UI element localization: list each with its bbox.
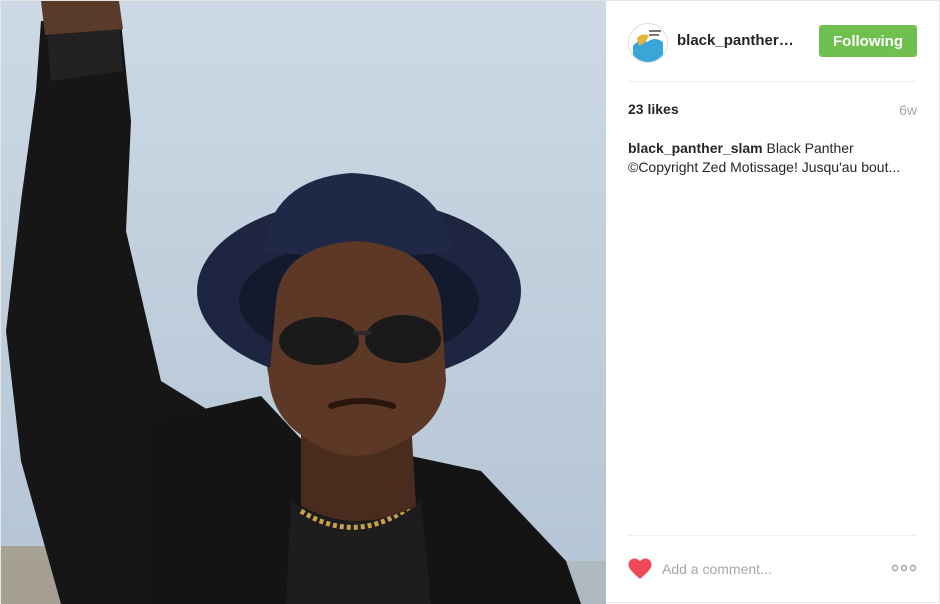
- comment-input[interactable]: [662, 558, 862, 580]
- post-info-panel: black_panther_... Following 23 likes 6w …: [606, 1, 940, 604]
- post-header: black_panther_... Following: [628, 21, 917, 82]
- avatar[interactable]: [628, 23, 668, 63]
- caption: black_panther_slam Black Panther ©Copyri…: [628, 139, 917, 177]
- username-link[interactable]: black_panther_...: [677, 32, 797, 49]
- post-photo[interactable]: [1, 1, 606, 604]
- caption-username[interactable]: black_panther_slam: [628, 140, 763, 156]
- likes-count[interactable]: 23 likes: [628, 101, 679, 117]
- heart-icon[interactable]: [628, 558, 652, 580]
- caption-text-continued: ©Copyright Zed Motissage! Jusqu'au bout.…: [628, 159, 901, 175]
- post-dialog: black_panther_... Following 23 likes 6w …: [0, 0, 940, 604]
- photo-illustration: [1, 1, 606, 604]
- more-options-icon[interactable]: [891, 561, 917, 575]
- comment-footer: [628, 535, 917, 604]
- caption-text: Black Panther: [766, 140, 854, 156]
- avatar-image: [629, 24, 667, 62]
- post-age[interactable]: 6w: [899, 102, 917, 118]
- following-button[interactable]: Following: [819, 25, 917, 57]
